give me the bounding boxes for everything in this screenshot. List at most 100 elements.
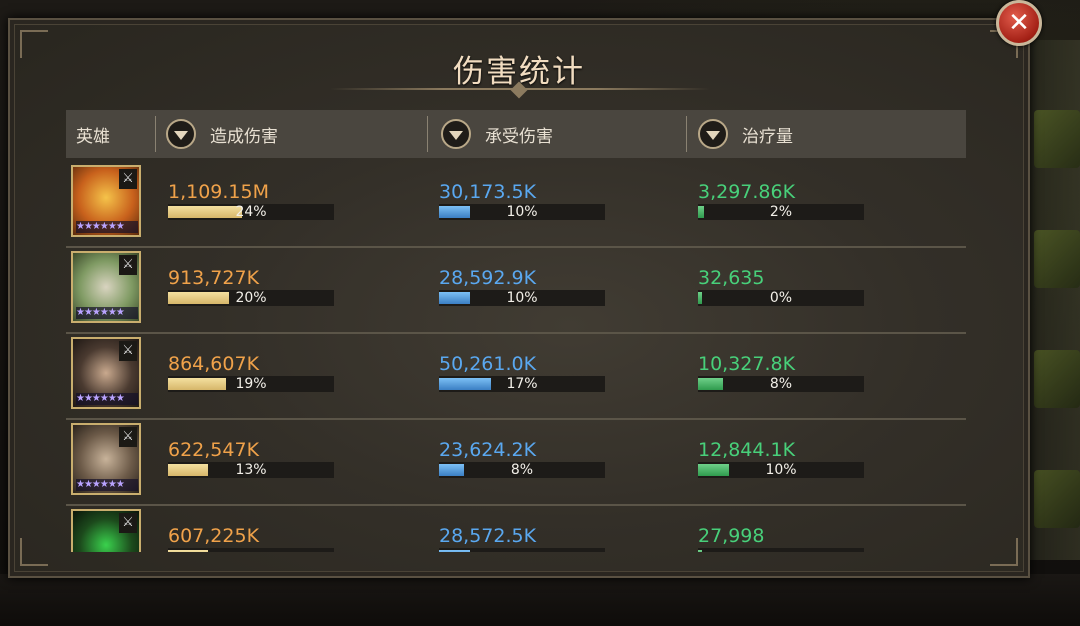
healing-cell: 10,327.8K 8% (698, 352, 864, 392)
table-row: ⚔ ★★★★★★ 864,607K 19% 50,261.0K 17% 10,3… (66, 332, 966, 420)
damage-taken-cell: 30,173.5K 10% (439, 180, 605, 220)
healing-value: 10,327.8K (698, 353, 796, 375)
table-row: ⚔ ★★★★★★ 1,109.15M 24% 30,173.5K 10% 3,2… (66, 160, 966, 248)
damage-dealt-cell: 913,727K 20% (168, 266, 334, 306)
damage-dealt-cell: 607,225K (168, 524, 334, 552)
bottom-bar (0, 574, 1080, 626)
damage-dealt-percent: 24% (235, 204, 267, 220)
star-rating: ★★★★★★ (76, 479, 138, 491)
damage-dealt-bar: 24% (168, 204, 334, 220)
side-hero-thumb (1034, 350, 1080, 408)
damage-dealt-cell: 1,109.15M 24% (168, 180, 334, 220)
damage-taken-cell: 28,592.9K 10% (439, 266, 605, 306)
sword-icon: ⚔ (119, 341, 137, 361)
healing-bar: 8% (698, 376, 864, 392)
sword-icon: ⚔ (119, 169, 137, 189)
star-rating: ★★★★★★ (76, 221, 138, 233)
damage-taken-value: 28,592.9K (439, 267, 537, 289)
healing-value: 3,297.86K (698, 181, 796, 203)
side-hero-list (1028, 40, 1080, 560)
healing-percent: 10% (765, 462, 797, 478)
damage-taken-value: 30,173.5K (439, 181, 537, 203)
column-header-damage-dealt: 造成伤害 (166, 110, 278, 158)
damage-taken-bar: 10% (439, 204, 605, 220)
damage-taken-bar: 8% (439, 462, 605, 478)
bar-fill (168, 550, 208, 552)
damage-dealt-percent: 20% (235, 290, 267, 306)
healing-percent: 2% (769, 204, 793, 220)
table-row: ⚔ 607,225K 28,572.5K 27,998 (66, 504, 966, 552)
damage-dealt-percent: 19% (235, 376, 267, 392)
column-header-damage-taken: 承受伤害 (441, 110, 553, 158)
hero-portrait[interactable]: ⚔ ★★★★★★ (71, 423, 141, 495)
hero-portrait[interactable]: ⚔ (71, 509, 141, 552)
close-button[interactable]: ✕ (996, 0, 1042, 46)
column-header-healing: 治疗量 (698, 110, 793, 158)
damage-taken-value: 28,572.5K (439, 525, 537, 547)
healing-value: 27,998 (698, 525, 765, 547)
sort-healing-button[interactable] (698, 119, 728, 149)
bar-fill (439, 550, 470, 552)
hero-stats-list: ⚔ ★★★★★★ 1,109.15M 24% 30,173.5K 10% 3,2… (66, 160, 966, 552)
bar-fill (698, 550, 702, 552)
sword-icon: ⚔ (119, 255, 137, 275)
table-row: ⚔ ★★★★★★ 622,547K 13% 23,624.2K 8% 12,84… (66, 418, 966, 506)
damage-dealt-bar: 13% (168, 462, 334, 478)
corner-ornament (20, 538, 48, 566)
damage-dealt-value: 607,225K (168, 525, 260, 547)
crossed-swords-icon: ⚔ (119, 513, 137, 533)
damage-dealt-cell: 622,547K 13% (168, 438, 334, 478)
header-divider (155, 116, 156, 152)
healing-cell: 32,635 0% (698, 266, 864, 306)
damage-taken-percent: 17% (506, 376, 538, 392)
sword-icon: ⚔ (119, 427, 137, 447)
sort-damage-taken-button[interactable] (441, 119, 471, 149)
damage-taken-cell: 50,261.0K 17% (439, 352, 605, 392)
damage-dealt-value: 864,607K (168, 353, 260, 375)
healing-value: 32,635 (698, 267, 765, 289)
side-hero-thumb (1034, 230, 1080, 288)
healing-bar: 0% (698, 290, 864, 306)
table-row: ⚔ ★★★★★★ 913,727K 20% 28,592.9K 10% 32,6… (66, 246, 966, 334)
damage-taken-bar (439, 548, 605, 552)
header-divider (686, 116, 687, 152)
side-hero-thumb (1034, 110, 1080, 168)
damage-dealt-bar: 19% (168, 376, 334, 392)
table-header: 英雄 造成伤害 承受伤害 治疗量 (66, 110, 966, 158)
damage-dealt-value: 913,727K (168, 267, 260, 289)
sort-damage-dealt-button[interactable] (166, 119, 196, 149)
damage-dealt-bar: 20% (168, 290, 334, 306)
damage-taken-percent: 8% (510, 462, 534, 478)
healing-value: 12,844.1K (698, 439, 796, 461)
healing-cell: 12,844.1K 10% (698, 438, 864, 478)
corner-ornament (990, 538, 1018, 566)
damage-dealt-bar (168, 548, 334, 552)
healing-bar: 10% (698, 462, 864, 478)
damage-taken-bar: 10% (439, 290, 605, 306)
hero-portrait[interactable]: ⚔ ★★★★★★ (71, 251, 141, 323)
chevron-down-icon (174, 131, 188, 140)
healing-bar: 2% (698, 204, 864, 220)
header-divider (427, 116, 428, 152)
damage-taken-cell: 23,624.2K 8% (439, 438, 605, 478)
star-rating: ★★★★★★ (76, 393, 138, 405)
close-icon: ✕ (1008, 8, 1030, 38)
hero-portrait[interactable]: ⚔ ★★★★★★ (71, 337, 141, 409)
damage-taken-bar: 17% (439, 376, 605, 392)
damage-dealt-percent: 13% (235, 462, 267, 478)
damage-dealt-cell: 864,607K 19% (168, 352, 334, 392)
side-hero-thumb (1034, 470, 1080, 528)
star-rating: ★★★★★★ (76, 307, 138, 319)
damage-taken-percent: 10% (506, 290, 538, 306)
healing-percent: 0% (769, 290, 793, 306)
healing-cell: 27,998 (698, 524, 864, 552)
damage-taken-value: 50,261.0K (439, 353, 537, 375)
hero-portrait[interactable]: ⚔ ★★★★★★ (71, 165, 141, 237)
healing-percent: 8% (769, 376, 793, 392)
damage-taken-value: 23,624.2K (439, 439, 537, 461)
damage-taken-cell: 28,572.5K (439, 524, 605, 552)
damage-dealt-value: 1,109.15M (168, 181, 270, 203)
healing-bar (698, 548, 864, 552)
healing-cell: 3,297.86K 2% (698, 180, 864, 220)
chevron-down-icon (449, 131, 463, 140)
